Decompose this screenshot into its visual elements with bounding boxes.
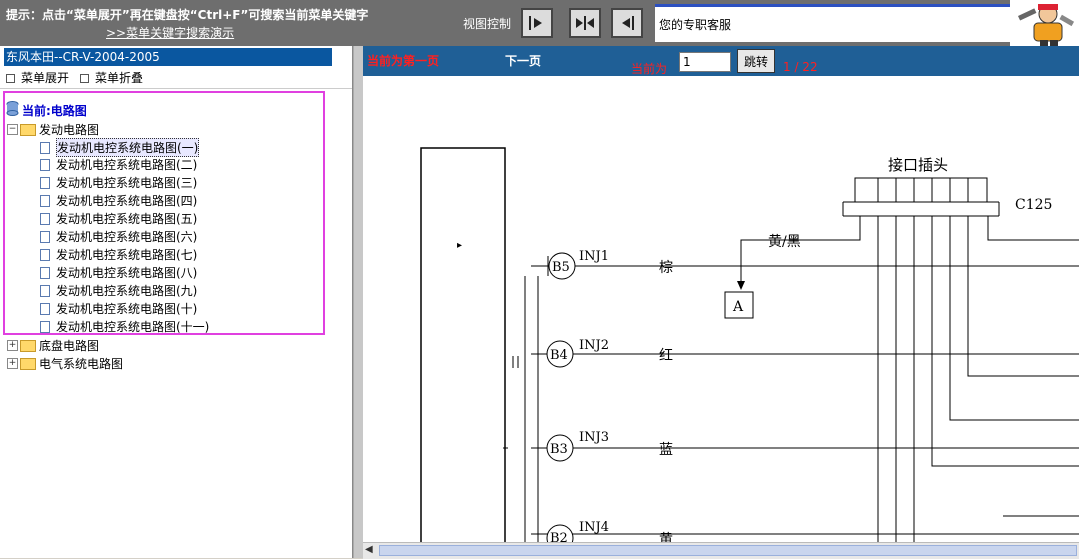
tree-leaf[interactable]: 发动机电控系统电路图(一) [40,138,200,157]
tree-node-electrical[interactable]: + 电气系统电路图 [7,355,123,372]
top-toolbar: 提示：点击“菜单展开”再在键盘按“Ctrl+F”可搜索当前菜单关键字 >>菜单关… [0,0,1079,46]
customer-service-text[interactable]: 您的专职客服 [659,16,731,33]
tree-node-chassis[interactable]: + 底盘电路图 [7,337,99,354]
scroll-thumb[interactable] [379,545,1077,556]
wire-label-top: 黄/黑 [768,233,801,250]
document-icon [40,230,50,243]
wire-color-label: 红 [659,348,673,364]
menu-expand-button[interactable]: 菜单展开 [6,69,69,86]
document-icon [40,302,50,315]
tree-leaf[interactable]: 发动机电控系统电路图(七) [40,246,197,263]
tree-leaf[interactable]: 发动机电控系统电路图(四) [40,192,197,209]
tree-leaf[interactable]: 发动机电控系统电路图(三) [40,174,197,191]
current-page-label: 当前为 [631,62,668,76]
pin-label: B2 [550,531,568,542]
view-control-label: 视图控制 [463,17,512,31]
jump-button[interactable]: 跳转 [737,49,775,73]
document-icon [40,158,50,171]
expand-left-button[interactable] [611,8,643,38]
split-arrows-icon [576,16,594,30]
customer-service-panel: 您的专职客服 [655,4,1010,42]
folder-icon [20,339,36,352]
injector-label: INJ1 [579,249,609,264]
arrow-right-icon [529,16,542,30]
page-nav-bar: 当前为第一页 下一页 当前为 跳转 1 / 22 [363,46,1079,76]
injector-label: INJ2 [579,338,609,353]
tree-leaf[interactable]: 发动机电控系统电路图(十一) [40,318,209,335]
document-icon [40,248,50,261]
current-category: 当前:电路图 [22,104,87,118]
tree-leaf[interactable]: 发动机电控系统电路图(二) [40,156,197,173]
page-number-input[interactable] [679,52,731,72]
tree-leaf[interactable]: 发动机电控系统电路图(五) [40,210,197,227]
database-icon [6,101,19,116]
tree-leaf[interactable]: 发动机电控系统电路图(六) [40,228,197,245]
pin-label: B5 [552,260,570,275]
model-title: 东风本田--CR-V-2004-2005 [4,48,332,66]
expand-square-icon [6,74,15,83]
injector-label: INJ3 [579,430,609,445]
circuit-diagram: ▸ 接口插头 C125 黄/黑 A B5 INJ1 棕 B4 INJ2 红 B3… [420,147,1079,542]
tree-leaf[interactable]: 发动机电控系统电路图(八) [40,264,197,281]
collapse-toggle-icon[interactable]: − [7,124,18,135]
pin-label: B3 [550,442,568,457]
document-icon [40,141,50,154]
connector-title: 接口插头 [888,156,948,174]
tree-leaf[interactable]: 发动机电控系统电路图(十) [40,300,197,317]
document-icon [40,194,50,207]
horizontal-scrollbar[interactable]: ◀ [363,542,1079,559]
svg-text:▸: ▸ [457,240,462,251]
expand-right-button[interactable] [521,8,553,38]
tree-node-engine[interactable]: − 发动电路图 [7,121,99,138]
document-icon [40,212,50,225]
first-page-indicator: 当前为第一页 [367,54,440,68]
search-demo-link[interactable]: >>菜单关键字搜索演示 [106,24,234,41]
diagram-viewer: ▸ 接口插头 C125 黄/黑 A B5 INJ1 棕 B4 INJ2 红 B3… [363,76,1079,542]
document-icon [40,176,50,189]
document-icon [40,266,50,279]
injector-label: INJ4 [579,520,609,535]
connector-id: C125 [1015,197,1052,213]
tree-leaf[interactable]: 发动机电控系统电路图(九) [40,282,197,299]
next-page-link[interactable]: 下一页 [505,52,541,69]
menu-collapse-button[interactable]: 菜单折叠 [80,69,143,86]
page-count: 1 / 22 [783,60,818,74]
split-view-button[interactable] [569,8,601,38]
arrow-left-icon [622,16,634,30]
document-icon [40,284,50,297]
wire-color-label: 黄 [659,531,673,542]
hint-text: 提示：点击“菜单展开”再在键盘按“Ctrl+F”可搜索当前菜单关键字 [6,8,369,22]
folder-icon [20,357,36,370]
box-label: A [732,299,744,315]
folder-open-icon [20,123,36,136]
mechanic-mascot-icon [1010,0,1079,46]
expand-toggle-icon[interactable]: + [7,358,18,369]
wire-color-label: 蓝 [659,442,673,458]
collapse-square-icon [80,74,89,83]
pin-label: B4 [550,348,568,363]
expand-toggle-icon[interactable]: + [7,340,18,351]
wire-color-label: 棕 [659,260,673,276]
document-icon [40,320,50,333]
scroll-left-icon[interactable]: ◀ [365,544,377,557]
